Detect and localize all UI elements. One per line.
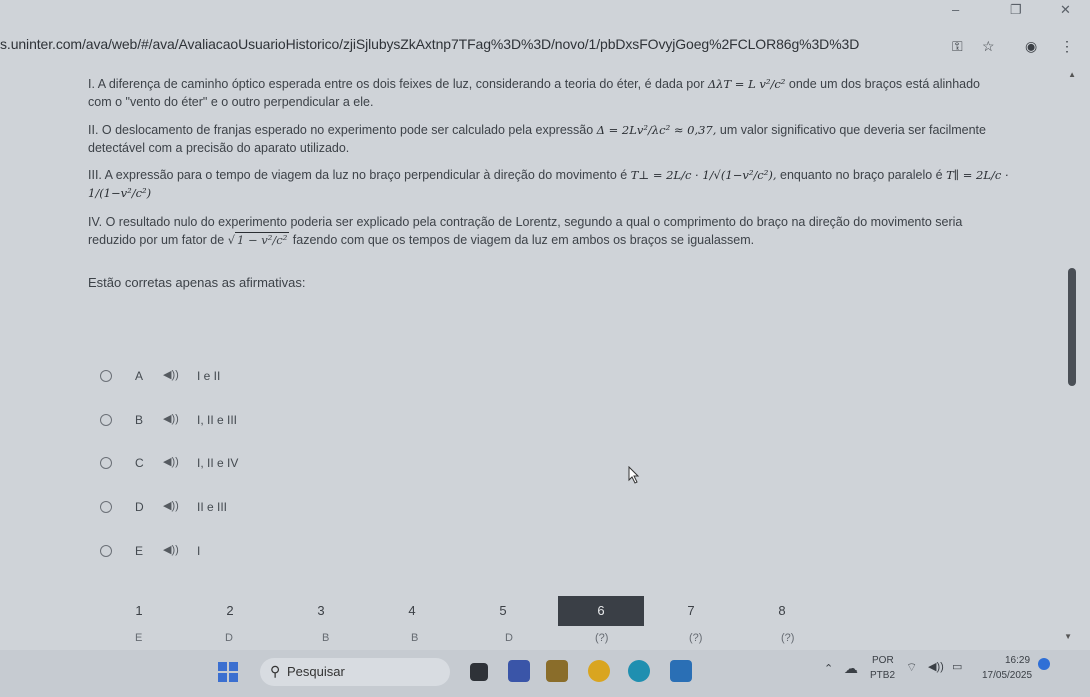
radio-button[interactable]: [100, 545, 112, 557]
keyboard-layout[interactable]: PTB2: [870, 670, 895, 681]
formula-3a: T⊥ = 2L/c · 1/√(1−v²/c²),: [630, 168, 777, 182]
clock-date[interactable]: 17/05/2025: [982, 670, 1032, 681]
minimize-button[interactable]: –: [952, 2, 959, 17]
formula-1: ΔλT = L v²/c²: [707, 77, 786, 91]
drive-sync-icon[interactable]: ☁: [844, 660, 858, 677]
option-letter: B: [135, 413, 144, 427]
radio-button[interactable]: [100, 457, 112, 469]
windows-start-icon[interactable]: [218, 662, 238, 682]
speaker-icon[interactable]: ◀)): [163, 368, 179, 381]
window-controls: – ❐ ✕: [930, 0, 1090, 20]
option-letter: A: [135, 369, 144, 383]
key-icon[interactable]: ⚿: [952, 38, 963, 55]
page-4[interactable]: 4: [368, 596, 456, 626]
page-5[interactable]: 5: [459, 596, 547, 626]
option-text: II e III: [197, 500, 228, 514]
taskbar: ⚲ Pesquisar ⌃ ☁ POR PTB2 ⌔ ◀)) ▭ 16:29 1…: [0, 650, 1090, 697]
option-letter: C: [135, 456, 144, 470]
formula-4: √ 1 − v²/c²: [227, 232, 290, 247]
teams-icon[interactable]: [508, 660, 530, 682]
option-text: I: [197, 544, 201, 558]
store-icon[interactable]: [670, 660, 692, 682]
page-answer: B: [411, 632, 419, 644]
battery-icon[interactable]: ▭: [952, 660, 962, 673]
restore-button[interactable]: ❐: [1010, 2, 1022, 18]
scrollbar-thumb[interactable]: [1068, 268, 1076, 386]
option-text: I e II: [197, 369, 221, 383]
formula-2: Δ = 2Lv²/λc² ≈ 0,37,: [596, 123, 717, 137]
radio-button[interactable]: [100, 414, 112, 426]
page-answer: (?): [689, 632, 703, 644]
statement-1: I. A diferença de caminho óptico esperad…: [88, 77, 981, 109]
option-letter: E: [135, 544, 144, 558]
tray-chevron-icon[interactable]: ⌃: [824, 662, 833, 675]
speaker-icon[interactable]: ◀)): [163, 543, 179, 556]
address-bar[interactable]: s.uninter.com/ava/web/#/ava/AvaliacaoUsu…: [0, 30, 1090, 60]
page-2[interactable]: 2: [186, 596, 274, 626]
volume-icon[interactable]: ◀)): [928, 660, 944, 673]
scroll-up-arrow[interactable]: ▲: [1068, 70, 1076, 79]
page-1[interactable]: 1: [95, 596, 183, 626]
chrome-icon[interactable]: [588, 660, 610, 682]
edge-icon[interactable]: [628, 660, 650, 682]
language-code[interactable]: POR: [872, 655, 894, 666]
menu-icon[interactable]: ⋮: [1060, 38, 1074, 55]
url-text[interactable]: s.uninter.com/ava/web/#/ava/AvaliacaoUsu…: [0, 36, 859, 52]
page-6-active[interactable]: 6: [558, 596, 644, 626]
page-answer: E: [135, 632, 143, 644]
wifi-icon[interactable]: ⌔: [906, 660, 917, 675]
mouse-cursor-icon: [628, 466, 640, 484]
clock-time[interactable]: 16:29: [1005, 655, 1030, 666]
file-explorer-icon[interactable]: [546, 660, 568, 682]
task-view-icon[interactable]: [470, 663, 488, 681]
radio-button[interactable]: [100, 370, 112, 382]
page-3[interactable]: 3: [277, 596, 365, 626]
page-answer: (?): [781, 632, 795, 644]
question-pager: 1 2 3 4 5 6 7 8: [95, 596, 825, 628]
scroll-down-arrow[interactable]: ▼: [1064, 632, 1072, 641]
speaker-icon[interactable]: ◀)): [163, 499, 179, 512]
taskbar-search[interactable]: ⚲ Pesquisar: [260, 658, 450, 686]
option-letter: D: [135, 500, 144, 514]
close-button[interactable]: ✕: [1060, 2, 1071, 18]
statement-2: II. O deslocamento de franjas esperado n…: [88, 123, 986, 155]
option-text: I, II e III: [197, 413, 238, 427]
page-answer: B: [322, 632, 330, 644]
star-icon[interactable]: ☆: [982, 38, 995, 55]
pager-answers: E D B B D (?) (?) (?): [95, 632, 825, 646]
search-icon: ⚲: [270, 663, 281, 679]
option-text: I, II e IV: [197, 456, 239, 470]
statement-4: IV. O resultado nulo do experimento pode…: [88, 215, 963, 247]
speaker-icon[interactable]: ◀)): [163, 455, 179, 468]
page-answer: D: [225, 632, 233, 644]
statement-3: III. A expressão para o tempo de viagem …: [88, 168, 1009, 200]
profile-icon[interactable]: ◉: [1025, 38, 1037, 55]
page-7[interactable]: 7: [647, 596, 735, 626]
speaker-icon[interactable]: ◀)): [163, 412, 179, 425]
notification-icon[interactable]: [1038, 658, 1050, 670]
radio-button[interactable]: [100, 501, 112, 513]
search-label: Pesquisar: [287, 664, 345, 679]
page-answer: (?): [595, 632, 609, 644]
page-8[interactable]: 8: [738, 596, 826, 626]
question-prompt: Estão corretas apenas as afirmativas:: [88, 275, 306, 290]
page-answer: D: [505, 632, 513, 644]
